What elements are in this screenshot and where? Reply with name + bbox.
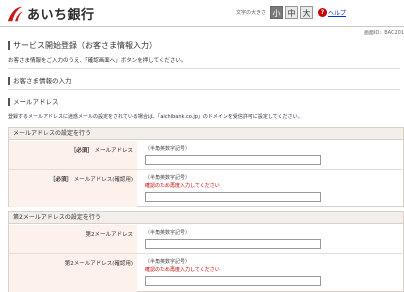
page-title: サービス開始登録（お客さま情報入力）	[8, 41, 157, 50]
email2-row: 第2メールアドレス （半角英数字記号）	[9, 225, 404, 253]
email2-panel-title: 第2メールアドレスの設定を行う	[9, 212, 403, 224]
email-panel-title: メールアドレスの設定を行う	[9, 128, 403, 140]
header-divider	[0, 26, 404, 27]
font-size-medium-button[interactable]: 中	[285, 6, 299, 19]
email2-confirm-row: 第2メールアドレス(確認用) （半角英数字記号） 確認のため再度入力してください	[9, 254, 404, 292]
bank-logo-icon	[7, 6, 24, 21]
header: あいち銀行 文字の大きさ 小 中 大 ? ヘルプ	[0, 0, 404, 26]
email2-settings-panel: 第2メールアドレスの設定を行う 第2メールアドレス （半角英数字記号） 第2メー…	[8, 211, 404, 292]
required-tag: ［必須］	[70, 148, 93, 154]
email-section-description: 登録するメールアドレスに迷惑メールの設定をされている場合は、「aichibank…	[8, 114, 303, 120]
email-confirm-hint: （半角英数字記号）	[145, 175, 191, 181]
email-label: ［必須］ メールアドレス	[9, 141, 137, 169]
email-confirm-row: ［必須］ メールアドレス(確認用) （半角英数字記号） 確認のため再度入力してく…	[9, 170, 404, 207]
email-hint: （半角英数字記号）	[145, 146, 191, 152]
help-icon: ?	[318, 8, 328, 17]
email-confirm-label-text: メールアドレス(確認用)	[73, 177, 133, 183]
page-description: お客さま情報をご入力のうえ、「確認画面へ」ボタンを押してください。	[8, 58, 187, 64]
email-settings-panel: メールアドレスの設定を行う ［必須］ メールアドレス （半角英数字記号） ［必須…	[8, 127, 404, 207]
email-confirm-label: ［必須］ メールアドレス(確認用)	[9, 170, 137, 207]
email-row: ［必須］ メールアドレス （半角英数字記号）	[9, 141, 404, 169]
email2-confirm-input[interactable]	[145, 276, 321, 286]
font-size-selector: 文字の大きさ 小 中 大 ? ヘルプ	[236, 6, 346, 19]
email2-confirm-label: 第2メールアドレス(確認用)	[9, 254, 137, 292]
email-label-text: メールアドレス	[94, 148, 133, 154]
screen-id: 画面ID：BAC201	[363, 30, 404, 36]
email2-confirm-hint: （半角英数字記号）	[145, 259, 191, 265]
font-size-label: 文字の大きさ	[236, 10, 267, 16]
email2-label-text: 第2メールアドレス	[85, 232, 134, 238]
customer-section-title: お客さま情報の入力	[8, 77, 72, 85]
section-divider	[8, 89, 400, 90]
bank-name: あいち銀行	[27, 8, 95, 23]
required-tag: ［必須］	[49, 177, 72, 183]
font-size-large-button[interactable]: 大	[300, 6, 314, 19]
email2-confirm-warning: 確認のため再度入力してください	[145, 267, 220, 273]
email-section-title: メールアドレス	[8, 98, 59, 106]
email-input[interactable]	[145, 155, 321, 165]
help-link[interactable]: ? ヘルプ	[318, 8, 346, 17]
bank-logo[interactable]: あいち銀行	[6, 4, 95, 23]
section-divider	[8, 68, 400, 69]
email-confirm-warning: 確認のため再度入力してください	[145, 183, 220, 189]
email2-confirm-label-text: 第2メールアドレス(確認用)	[64, 261, 133, 267]
email-confirm-input[interactable]	[145, 192, 321, 202]
email2-hint: （半角英数字記号）	[145, 230, 191, 236]
email2-input[interactable]	[145, 239, 321, 249]
help-label: ヘルプ	[328, 10, 347, 17]
email2-label: 第2メールアドレス	[9, 225, 137, 253]
font-size-small-button[interactable]: 小	[270, 6, 284, 19]
